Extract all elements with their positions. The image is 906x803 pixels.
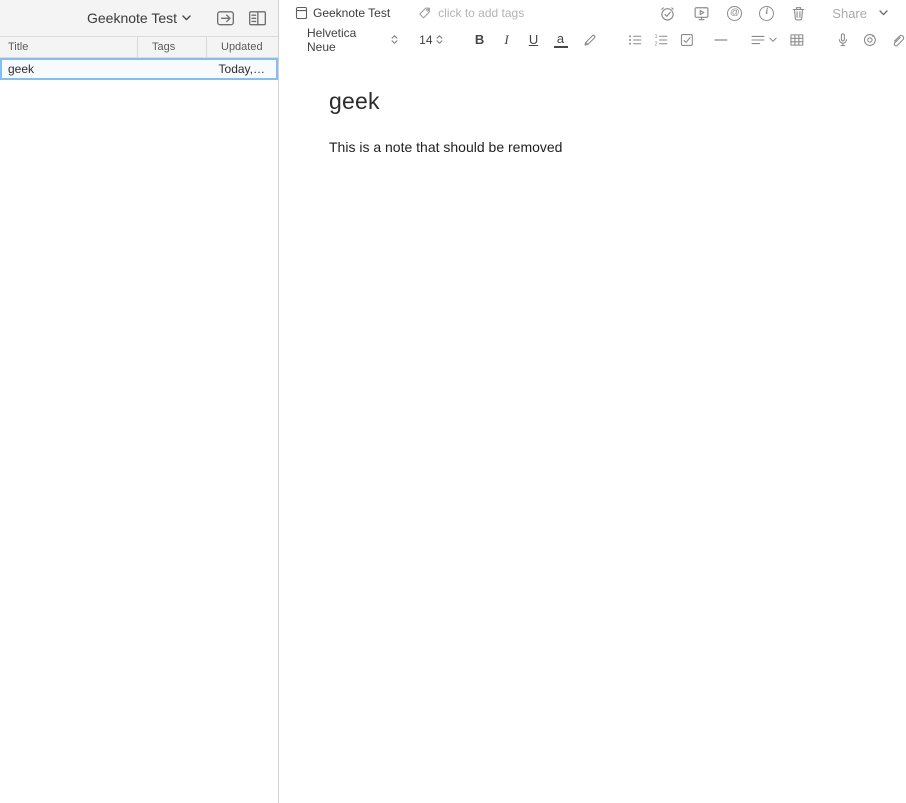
highlight-button[interactable] [582, 32, 598, 48]
note-content-area[interactable]: geek This is a note that should be remov… [279, 56, 906, 803]
notebook-selector-label: Geeknote Test [86, 10, 178, 26]
checkbox-icon [680, 33, 693, 46]
trash-icon [792, 6, 805, 20]
italic-button[interactable]: I [500, 33, 514, 46]
stepper-icon [391, 35, 398, 44]
toggle-view-icon [249, 11, 266, 26]
notebook-reference[interactable]: Geeknote Test [295, 6, 390, 20]
highlighter-icon [583, 34, 595, 45]
numbered-list-icon: 12 [655, 34, 668, 47]
attachment-icon [894, 34, 905, 46]
font-family-value[interactable]: Helvetica Neue [307, 26, 387, 54]
take-photo-button[interactable] [862, 32, 878, 48]
horizontal-rule-icon [713, 38, 727, 41]
reminder-button[interactable] [659, 5, 676, 22]
bullet-list-button[interactable] [627, 32, 643, 48]
note-list-header-actions [216, 10, 267, 27]
reminder-icon [661, 6, 675, 21]
chevron-down-icon [769, 37, 777, 42]
attach-file-button[interactable] [890, 32, 906, 48]
at-mention-button[interactable]: @ [727, 5, 743, 21]
column-header-tags[interactable]: Tags [138, 37, 207, 57]
notebook-icon [295, 6, 308, 20]
formatting-toolbar: Helvetica Neue 14 B I U a 12 [279, 23, 906, 56]
font-size-stepper[interactable] [433, 33, 447, 46]
toggle-view-button[interactable] [248, 10, 267, 27]
tags-input[interactable]: click to add tags [418, 6, 524, 20]
note-list-panel: Geeknote Test Title Tags Updated geek To… [0, 0, 279, 803]
chevron-down-icon [182, 15, 191, 21]
note-list-header: Geeknote Test [0, 0, 278, 37]
checklist-button[interactable] [679, 32, 695, 48]
notebook-reference-label: Geeknote Test [313, 6, 391, 20]
note-title[interactable]: geek [329, 88, 866, 115]
share-label: Share [832, 5, 867, 21]
alignment-button[interactable] [750, 32, 777, 48]
note-row-title: geek [8, 62, 35, 76]
present-icon [694, 6, 709, 20]
svg-text:1: 1 [655, 34, 658, 40]
note-body-text[interactable]: This is a note that should be removed [329, 139, 866, 155]
new-note-icon [217, 11, 234, 26]
underline-button[interactable]: U [527, 33, 541, 46]
note-list-row[interactable]: geek Today,… [0, 58, 278, 80]
delete-note-button[interactable] [791, 5, 806, 22]
share-menu[interactable]: Share [832, 6, 888, 21]
bullet-list-icon [629, 34, 642, 45]
microphone-icon [838, 32, 847, 46]
font-size-value[interactable]: 14 [419, 33, 432, 47]
numbered-list-button[interactable]: 12 [653, 32, 669, 48]
info-icon: i [759, 5, 775, 21]
note-row-updated: Today,… [218, 62, 265, 76]
share-chevron-down-icon [879, 10, 888, 16]
note-list-empty-area [0, 80, 278, 803]
align-left-icon [751, 35, 765, 44]
column-header-updated[interactable]: Updated [207, 37, 278, 57]
record-audio-button[interactable] [835, 32, 851, 48]
table-icon [790, 33, 804, 46]
note-info-bar: Geeknote Test click to add tags @ i Shar… [279, 0, 906, 23]
present-button[interactable] [693, 5, 710, 22]
info-button[interactable]: i [759, 5, 775, 21]
tag-icon [419, 7, 431, 19]
bold-button[interactable]: B [473, 33, 487, 46]
horizontal-rule-button[interactable] [713, 32, 729, 48]
new-note-button[interactable] [216, 10, 235, 27]
note-actions: @ i [659, 5, 806, 22]
tags-placeholder: click to add tags [438, 6, 525, 20]
note-editor-panel: Geeknote Test click to add tags @ i Shar… [279, 0, 906, 803]
svg-text:2: 2 [655, 41, 658, 47]
insert-table-button[interactable] [789, 32, 805, 48]
font-color-button[interactable]: a [553, 32, 568, 48]
notebook-selector[interactable]: Geeknote Test [87, 10, 191, 26]
app-window: Geeknote Test Title Tags Updated geek To… [0, 0, 906, 803]
camera-icon [864, 33, 877, 46]
stepper-icon [436, 35, 443, 44]
note-list-columns: Title Tags Updated [0, 37, 278, 58]
column-header-title[interactable]: Title [0, 37, 138, 57]
font-family-stepper[interactable] [387, 33, 401, 46]
at-mention-icon: @ [727, 5, 743, 21]
